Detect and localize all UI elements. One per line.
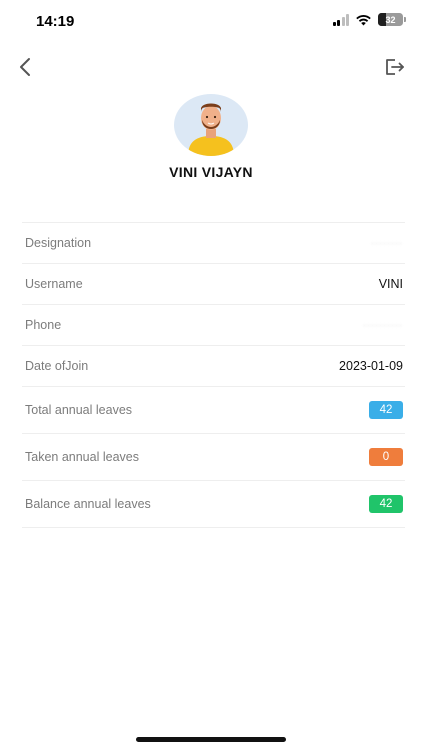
leave-row-balance: Balance annual leaves 42: [22, 481, 405, 528]
back-button[interactable]: [12, 54, 38, 80]
date-of-join-label: Date ofJoin: [25, 359, 89, 373]
battery-cap: [404, 17, 406, 22]
leave-row-total: Total annual leaves 42: [22, 387, 405, 434]
taken-leaves-badge: 0: [369, 448, 403, 466]
logout-button[interactable]: [382, 54, 408, 80]
date-of-join-value: 2023-01-09: [339, 359, 403, 373]
profile-name: VINI VIJAYN: [169, 164, 253, 180]
taken-leaves-label: Taken annual leaves: [25, 450, 139, 464]
total-leaves-badge: 42: [369, 401, 403, 419]
detail-row-username: Username VINI: [22, 264, 405, 305]
username-value: VINI: [378, 277, 403, 291]
status-bar: 14:19 32: [0, 0, 422, 44]
profile-details-list: Designation ········ Username VINI Phone…: [22, 222, 405, 528]
detail-row-designation: Designation ········: [22, 223, 405, 264]
battery-level: 32: [385, 14, 396, 25]
avatar: [174, 94, 248, 156]
status-icons: 32: [332, 13, 406, 26]
battery-icon: 32: [378, 13, 403, 26]
detail-row-phone: Phone ··········: [22, 305, 405, 346]
chevron-left-icon: [20, 58, 30, 76]
phone-label: Phone: [25, 318, 62, 332]
home-indicator: [136, 737, 286, 742]
leave-row-taken: Taken annual leaves 0: [22, 434, 405, 481]
user-avatar-illustration: [188, 103, 234, 156]
logout-icon: [386, 59, 404, 75]
designation-label: Designation: [25, 236, 92, 250]
username-label: Username: [25, 277, 83, 291]
status-time: 14:19: [36, 13, 75, 30]
balance-leaves-badge: 42: [369, 495, 403, 513]
designation-value: ········: [371, 238, 403, 248]
phone-value: ··········: [363, 320, 403, 330]
wifi-icon: [356, 14, 371, 25]
cellular-signal-icon: [332, 13, 349, 26]
total-leaves-label: Total annual leaves: [25, 403, 133, 417]
balance-leaves-label: Balance annual leaves: [25, 497, 151, 511]
detail-row-date-of-join: Date ofJoin 2023-01-09: [22, 346, 405, 387]
